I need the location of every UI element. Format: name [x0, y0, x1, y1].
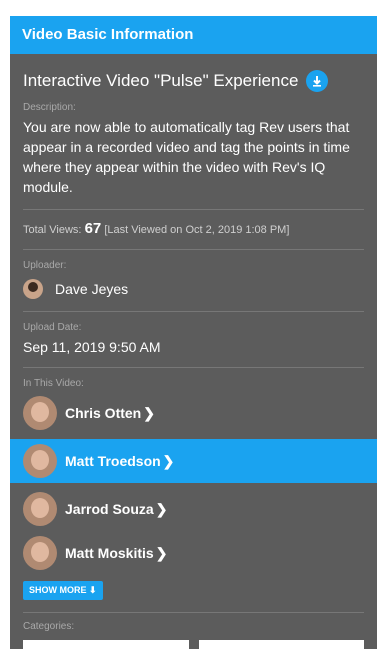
last-viewed: [Last Viewed on Oct 2, 2019 1:08 PM] — [104, 224, 290, 236]
views-label: Total Views: — [23, 224, 82, 236]
person-item-selected[interactable]: Matt Troedson ❯ — [10, 439, 377, 483]
categories-label: Categories: — [23, 621, 75, 632]
person-name: Matt Troedson — [65, 453, 161, 469]
video-title: Interactive Video "Pulse" Experience — [23, 71, 299, 90]
chevron-right-icon: ❯ — [155, 500, 168, 517]
arrow-down-icon: ⬇ — [89, 585, 97, 595]
description-label: Description: — [23, 102, 76, 113]
person-name: Jarrod Souza — [65, 501, 154, 517]
panel-header: Video Basic Information — [10, 16, 377, 54]
categories-row: Corporate Education/Customer — [23, 640, 364, 649]
in-video-label: In This Video: — [23, 378, 84, 389]
panel-content: Interactive Video "Pulse" Experience Des… — [10, 70, 377, 649]
person-avatar — [23, 492, 57, 526]
person-item[interactable]: Chris Otten ❯ — [10, 391, 377, 435]
panel-title: Video Basic Information — [22, 26, 194, 43]
person-avatar — [23, 444, 57, 478]
person-item[interactable]: Matt Moskitis ❯ — [10, 531, 377, 575]
download-icon[interactable] — [306, 70, 329, 92]
uploader-avatar — [23, 279, 43, 299]
divider — [23, 367, 364, 368]
show-more-label: SHOW MORE — [29, 585, 87, 595]
uploader-label: Uploader: — [23, 260, 67, 271]
chevron-right-icon: ❯ — [143, 404, 155, 421]
person-avatar — [23, 536, 57, 570]
uploader-row[interactable]: Dave Jeyes — [23, 279, 364, 299]
divider — [23, 311, 364, 312]
divider — [23, 612, 364, 613]
video-title-row: Interactive Video "Pulse" Experience — [23, 70, 364, 92]
chevron-right-icon: ❯ — [162, 452, 175, 469]
divider — [23, 249, 364, 250]
divider — [23, 209, 364, 210]
description-text: You are now able to automatically tag Re… — [23, 119, 350, 195]
video-info-panel: Video Basic Information Interactive Vide… — [10, 16, 377, 649]
views-count: 67 — [84, 220, 102, 237]
upload-date: Sep 11, 2019 9:50 AM — [23, 339, 161, 355]
upload-date-label: Upload Date: — [23, 322, 82, 333]
views-row: Total Views: 67 [Last Viewed on Oct 2, 2… — [23, 220, 364, 237]
person-name: Chris Otten — [65, 405, 142, 421]
person-avatar — [23, 396, 57, 430]
person-name: Matt Moskitis — [65, 545, 154, 561]
category-tag[interactable]: Corporate — [23, 640, 189, 649]
chevron-right-icon: ❯ — [155, 544, 168, 561]
person-item[interactable]: Jarrod Souza ❯ — [10, 487, 377, 531]
show-more-button[interactable]: SHOW MORE ⬇ — [23, 581, 103, 600]
uploader-name: Dave Jeyes — [55, 281, 129, 297]
category-tag[interactable]: Education/Customer — [198, 640, 364, 649]
